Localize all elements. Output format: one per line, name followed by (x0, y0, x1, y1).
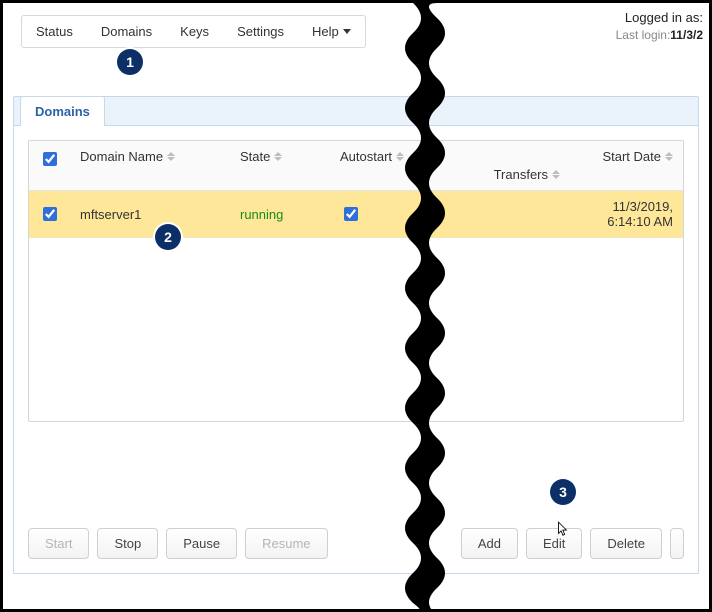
sort-icon (552, 170, 560, 179)
button-bar: Start Stop Pause Resume Add Edit Delete (28, 528, 684, 559)
menu-label: Help (312, 24, 339, 39)
delete-button[interactable]: Delete (590, 528, 662, 559)
col-state[interactable]: State (230, 141, 330, 191)
login-info: Logged in as: Last login:11/3/2 (616, 9, 703, 43)
button-label: Stop (114, 536, 141, 551)
menu-label: Settings (237, 24, 284, 39)
row-checkbox[interactable] (43, 207, 57, 221)
cursor-icon (555, 521, 569, 539)
col-domain-name[interactable]: Domain Name (70, 141, 230, 191)
sort-icon (396, 152, 404, 161)
col-label: Domain Name (80, 149, 163, 164)
col-autostart[interactable]: Autostart (330, 141, 440, 191)
last-login-label: Last login: (616, 28, 671, 42)
overflow-button[interactable] (670, 528, 684, 559)
cell-domain-name: mftserver1 (70, 191, 230, 238)
col-label: Start Date (602, 149, 661, 164)
tab-domains[interactable]: Domains (20, 96, 105, 127)
sort-icon (274, 152, 282, 161)
sort-icon (665, 152, 673, 161)
menu-help[interactable]: Help (298, 16, 365, 47)
col-label: Autostart (340, 149, 392, 164)
menu-label: Status (36, 24, 73, 39)
button-group-left: Start Stop Pause Resume (28, 528, 328, 559)
sort-icon (167, 152, 175, 161)
col-start-date[interactable]: Start Date (570, 141, 683, 191)
resume-button[interactable]: Resume (245, 528, 327, 559)
button-label: Start (45, 536, 72, 551)
chevron-down-icon (343, 29, 351, 34)
start-button[interactable]: Start (28, 528, 89, 559)
last-login-value: 11/3/2 (670, 28, 703, 42)
stop-button[interactable]: Stop (97, 528, 158, 559)
col-select-all (29, 141, 70, 191)
logged-in-label: Logged in as: (616, 9, 703, 27)
menu-settings[interactable]: Settings (223, 16, 298, 47)
menu-status[interactable]: Status (22, 16, 87, 47)
button-label: Delete (607, 536, 645, 551)
add-button[interactable]: Add (461, 528, 518, 559)
menu-bar: Status Domains Keys Settings Help (21, 15, 366, 48)
table-row[interactable]: mftserver1 running 11/3/2019, 6:14:10 AM (29, 191, 683, 238)
domains-panel: Domain Name State Autostart Transfers (13, 126, 699, 574)
tab-strip: Domains (13, 96, 699, 126)
pause-button[interactable]: Pause (166, 528, 237, 559)
domains-table: Domain Name State Autostart Transfers (29, 141, 683, 238)
callout-3: 3 (550, 479, 576, 505)
col-label: Transfers (494, 167, 548, 182)
menu-label: Domains (101, 24, 152, 39)
menu-domains[interactable]: Domains (87, 16, 166, 47)
cell-state: running (230, 191, 330, 238)
callout-1: 1 (117, 49, 143, 75)
button-label: Pause (183, 536, 220, 551)
col-label: State (240, 149, 270, 164)
button-label: Resume (262, 536, 310, 551)
button-label: Add (478, 536, 501, 551)
callout-2: 2 (155, 224, 181, 250)
menu-label: Keys (180, 24, 209, 39)
cell-start-date: 11/3/2019, 6:14:10 AM (570, 191, 683, 238)
select-all-checkbox[interactable] (43, 152, 57, 166)
tab-label: Domains (35, 104, 90, 119)
menu-keys[interactable]: Keys (166, 16, 223, 47)
button-group-right: Add Edit Delete (461, 528, 684, 559)
col-transfers[interactable]: Transfers (440, 141, 570, 191)
autostart-checkbox[interactable] (344, 207, 358, 221)
domains-table-container: Domain Name State Autostart Transfers (28, 140, 684, 422)
cell-transfers (440, 191, 570, 238)
